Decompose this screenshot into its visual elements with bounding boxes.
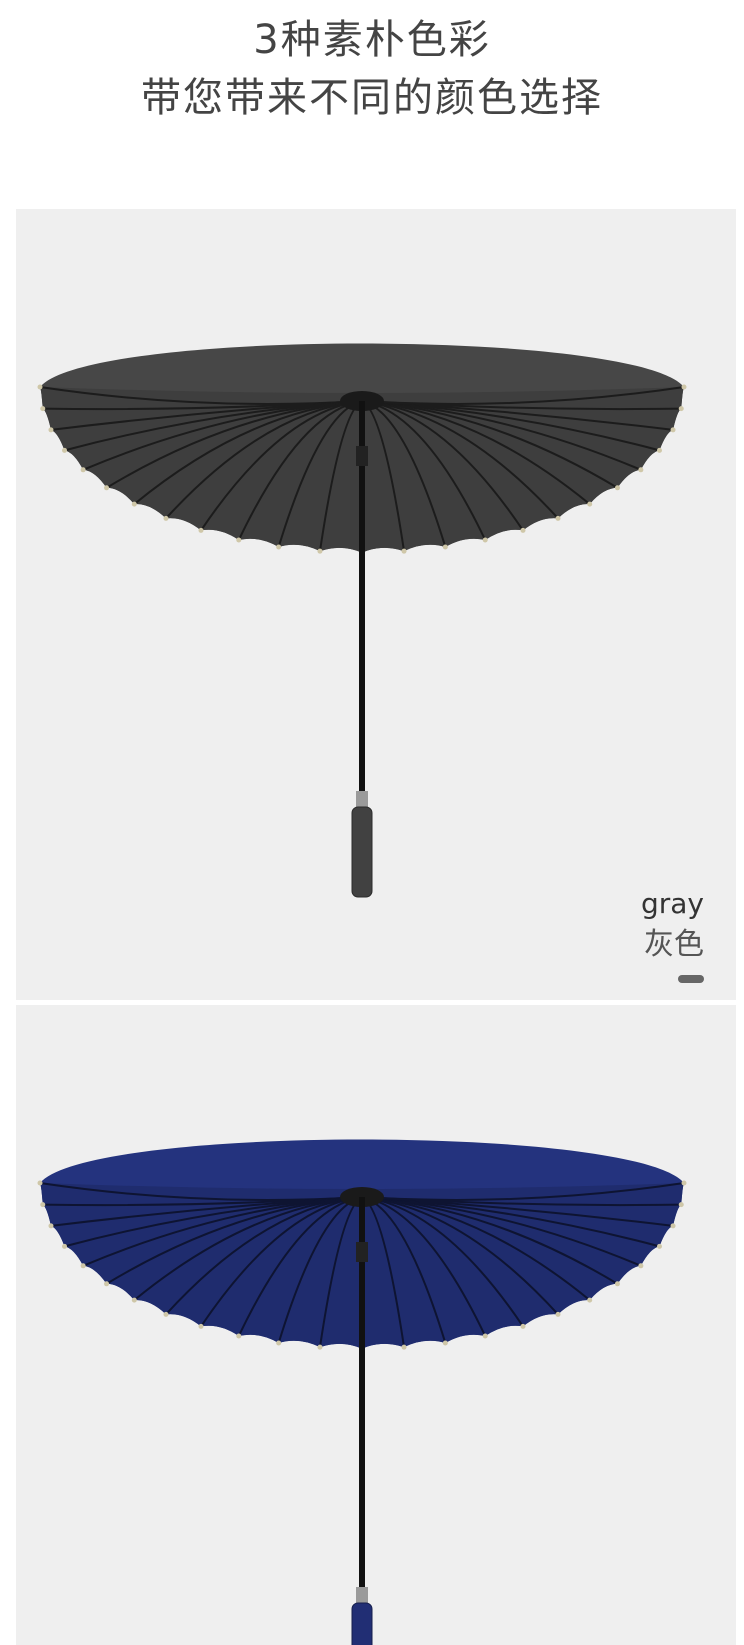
rib-tip: [443, 544, 448, 549]
rib-tip: [671, 1223, 676, 1228]
rib-tip: [682, 1181, 687, 1186]
rib-tip: [679, 406, 684, 411]
rib-tip: [163, 1312, 168, 1317]
blue-umbrella-panel: [16, 1005, 736, 1645]
headline: 3种素朴色彩: [0, 14, 744, 66]
color-name-cn: 灰色: [641, 925, 704, 965]
rib-tip: [62, 448, 67, 453]
handle-ferrule: [356, 1587, 368, 1605]
rib-tip: [317, 1345, 322, 1350]
rib-tip: [163, 516, 168, 521]
page-header: 3种素朴色彩 带您带来不同的颜色选择: [0, 0, 744, 210]
rib-tip: [556, 1312, 561, 1317]
rib-tip: [48, 427, 53, 432]
subheadline: 带您带来不同的颜色选择: [0, 72, 744, 124]
handle-ferrule: [356, 791, 368, 809]
rib-tip: [657, 448, 662, 453]
color-swatch: [678, 975, 704, 983]
gray-umbrella: [38, 344, 687, 898]
rib-tip: [443, 1340, 448, 1345]
gray-umbrella-panel: gray 灰色: [16, 209, 736, 1000]
rib-tip: [679, 1202, 684, 1207]
rib-tip: [521, 1324, 526, 1329]
rib-tip: [236, 1333, 241, 1338]
rib-tip: [483, 537, 488, 542]
rib-tip: [81, 1263, 86, 1268]
rib-tip: [48, 1223, 53, 1228]
gray-umbrella-image: [16, 209, 736, 1000]
rib-tip: [199, 528, 204, 533]
rib-tip: [132, 502, 137, 507]
rib-tip: [276, 544, 281, 549]
handle: [352, 807, 372, 897]
rib-tip: [521, 528, 526, 533]
rib-tip: [615, 1281, 620, 1286]
blue-umbrella-image: [16, 1005, 736, 1645]
rib-tip: [317, 549, 322, 554]
rib-tip: [671, 427, 676, 432]
rib-tip: [62, 1244, 67, 1249]
handle: [352, 1603, 372, 1645]
rib-tip: [199, 1324, 204, 1329]
rib-tip: [556, 516, 561, 521]
rib-tip: [236, 537, 241, 542]
rib-tip: [38, 385, 43, 390]
rib-tip: [483, 1333, 488, 1338]
rib-tip: [638, 467, 643, 472]
rib-tip: [638, 1263, 643, 1268]
rib-tip: [38, 1181, 43, 1186]
notch: [356, 446, 368, 466]
rib-tip: [615, 485, 620, 490]
rib-tip: [132, 1298, 137, 1303]
rib-tip: [682, 385, 687, 390]
color-label: gray 灰色: [641, 887, 704, 983]
color-name-en: gray: [641, 887, 704, 921]
rib-tip: [40, 406, 45, 411]
rib-tip: [587, 502, 592, 507]
notch: [356, 1242, 368, 1262]
blue-umbrella: [38, 1140, 687, 1645]
rib-tip: [657, 1244, 662, 1249]
rib-tip: [81, 467, 86, 472]
rib-tip: [40, 1202, 45, 1207]
rib-tip: [276, 1340, 281, 1345]
rib-tip: [104, 485, 109, 490]
rib-tip: [402, 1345, 407, 1350]
rib-tip: [104, 1281, 109, 1286]
rib-tip: [587, 1298, 592, 1303]
rib-tip: [402, 549, 407, 554]
